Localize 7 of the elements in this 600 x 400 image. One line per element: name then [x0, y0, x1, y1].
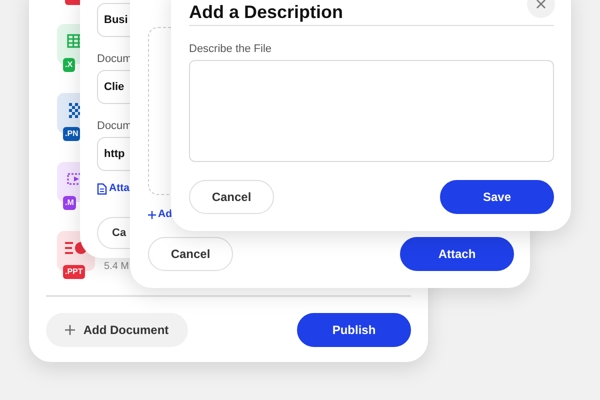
file-type-badge: .M: [63, 196, 76, 210]
dialog-title: Add a Description: [189, 1, 344, 24]
file-type-badge: .PPT: [63, 265, 85, 279]
file-type-badge: .X: [63, 58, 75, 72]
file-size: 5.4 M: [104, 260, 130, 274]
file-type-badge: .PN: [63, 127, 80, 141]
field-label: Describe the File: [189, 42, 273, 56]
